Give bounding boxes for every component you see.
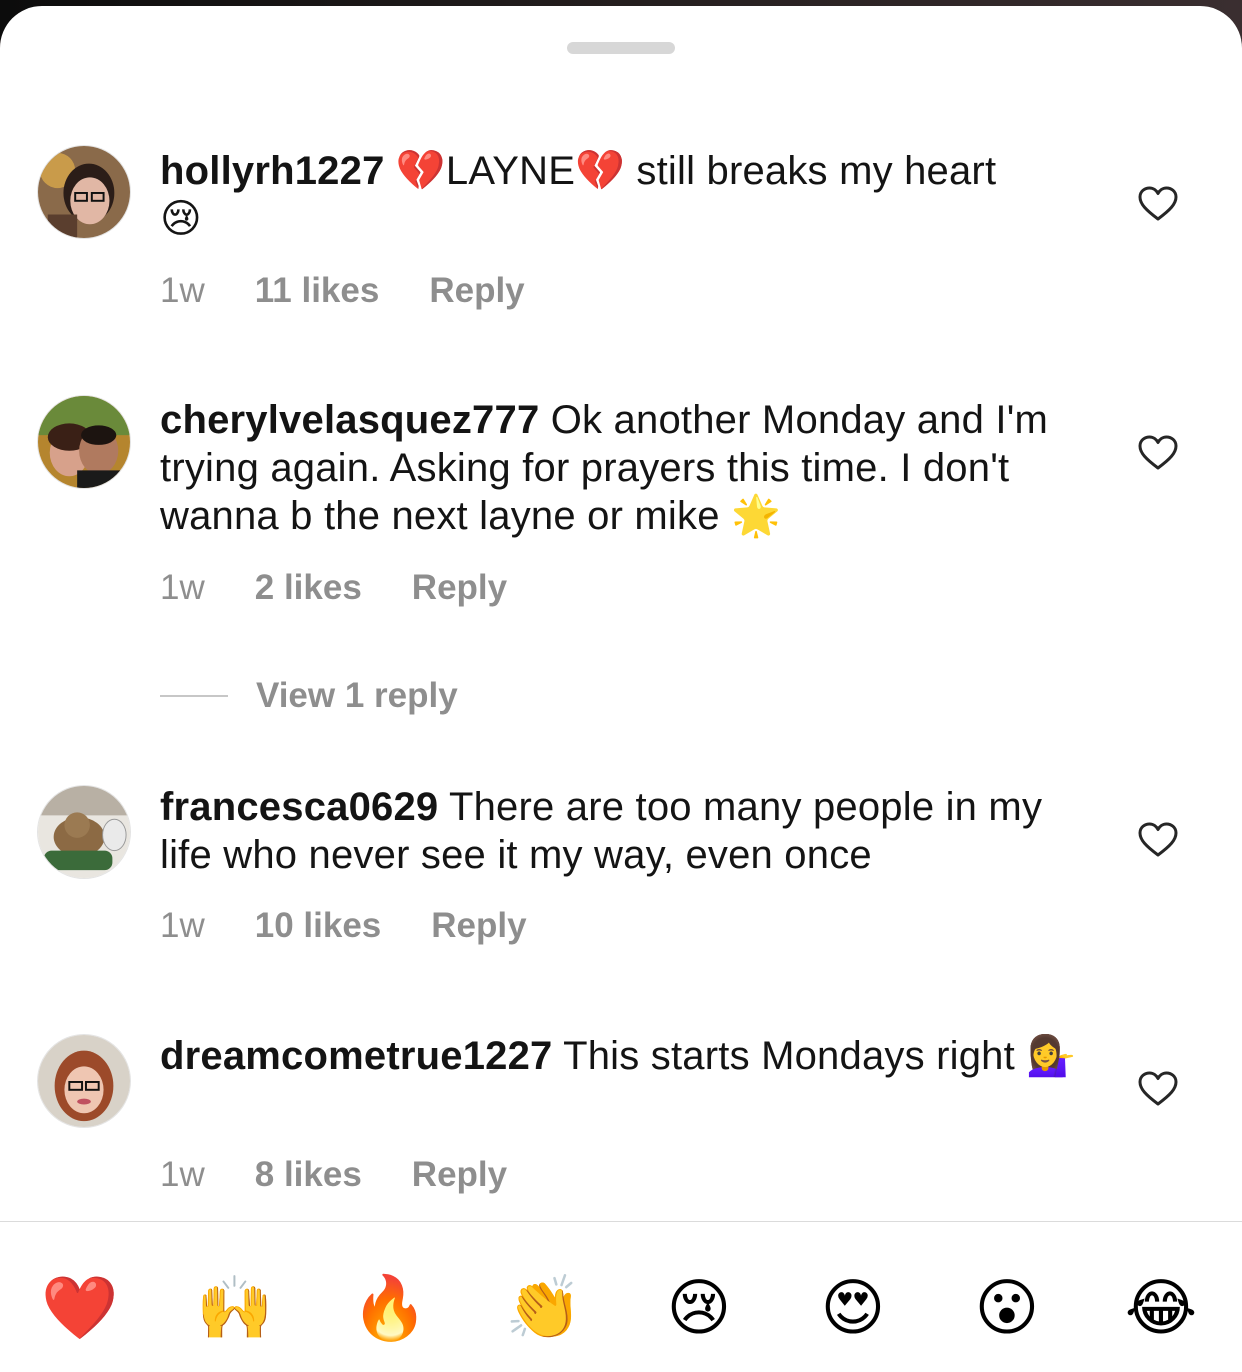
avatar[interactable] (37, 1034, 131, 1128)
comment-meta: 1w 10 likes Reply (160, 906, 577, 946)
broken-heart-icon: 💔 (575, 148, 626, 194)
avatar-image (38, 146, 130, 238)
tears-of-joy-icon[interactable]: 😂 (1121, 1268, 1201, 1348)
likes-count[interactable]: 2 likes (255, 568, 362, 607)
crying-face-icon: 😢 (160, 196, 202, 242)
quick-reaction-bar: ❤️ 🙌 🔥 👏 😢 😍 😮 😂 (0, 1268, 1242, 1348)
comment-meta: 1w 8 likes Reply (160, 1155, 557, 1195)
avatar-image (38, 396, 130, 488)
comment-body (385, 149, 396, 193)
like-heart-icon[interactable] (1138, 435, 1178, 471)
comment-timestamp: 1w (160, 568, 205, 607)
like-heart-icon[interactable] (1138, 822, 1178, 858)
comment-username[interactable]: dreamcometrue1227 (160, 1034, 553, 1078)
reply-thread-line (160, 695, 228, 697)
likes-count[interactable]: 8 likes (255, 1155, 362, 1194)
like-heart-icon[interactable] (1138, 1071, 1178, 1107)
reply-button[interactable]: Reply (412, 568, 507, 607)
reaction-bar-divider (0, 1221, 1242, 1222)
reply-button[interactable]: Reply (412, 1155, 507, 1194)
sheet-grabber[interactable] (567, 42, 675, 54)
comment-username[interactable]: cherylvelasquez777 (160, 398, 539, 442)
comment-timestamp: 1w (160, 1155, 205, 1194)
surprised-face-icon[interactable]: 😮 (967, 1268, 1047, 1348)
tipping-hand-person-icon: 💁‍♀️ (1026, 1033, 1077, 1079)
red-heart-icon[interactable]: ❤️ (40, 1268, 120, 1348)
likes-count[interactable]: 11 likes (255, 271, 380, 310)
comment-meta: 1w 2 likes Reply (160, 568, 557, 608)
broken-heart-icon: 💔 (395, 148, 446, 194)
comment-body: LAYNE (445, 149, 576, 193)
comment-username[interactable]: francesca0629 (160, 785, 438, 829)
fire-icon[interactable]: 🔥 (350, 1268, 430, 1348)
view-replies-label[interactable]: View 1 reply (256, 676, 458, 716)
comment-timestamp: 1w (160, 906, 205, 945)
avatar[interactable] (37, 395, 131, 489)
comment-text: hollyrh1227 💔LAYNE💔 still breaks my hear… (160, 147, 1090, 243)
reply-button[interactable]: Reply (429, 271, 524, 310)
comment-body: still breaks my heart (625, 149, 997, 193)
comment-meta: 1w 11 likes Reply (160, 271, 575, 311)
heart-eyes-icon[interactable]: 😍 (813, 1268, 893, 1348)
crying-face-icon[interactable]: 😢 (659, 1268, 739, 1348)
likes-count[interactable]: 10 likes (255, 906, 382, 945)
comment-body: This starts Mondays right (552, 1034, 1027, 1078)
comment-text: francesca0629 There are too many people … (160, 783, 1090, 879)
reply-button[interactable]: Reply (431, 906, 526, 945)
clapping-hands-icon[interactable]: 👏 (504, 1268, 584, 1348)
avatar[interactable] (37, 785, 131, 879)
avatar-image (38, 1035, 130, 1127)
like-heart-icon[interactable] (1138, 186, 1178, 222)
comment-timestamp: 1w (160, 271, 205, 310)
glowing-star-icon: 🌟 (730, 493, 781, 539)
comment-username[interactable]: hollyrh1227 (160, 149, 385, 193)
view-replies-button[interactable]: View 1 reply (160, 674, 458, 718)
comment-text: cherylvelasquez777 Ok another Monday and… (160, 396, 1090, 540)
comments-sheet: hollyrh1227 💔LAYNE💔 still breaks my hear… (0, 6, 1242, 1372)
raising-hands-icon[interactable]: 🙌 (195, 1268, 275, 1348)
avatar-image (38, 786, 130, 878)
comment-text: dreamcometrue1227 This starts Mondays ri… (160, 1032, 1090, 1080)
avatar[interactable] (37, 145, 131, 239)
